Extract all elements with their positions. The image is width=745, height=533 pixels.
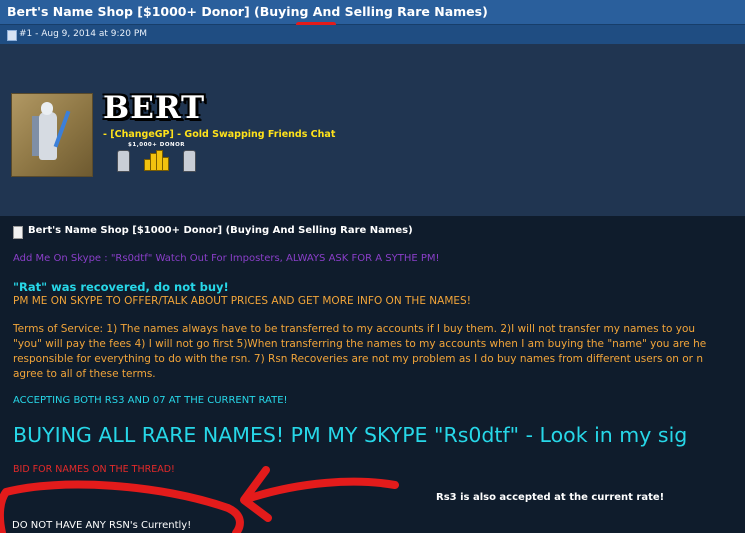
post-link-icon[interactable] — [7, 30, 17, 41]
robe-icon — [117, 150, 130, 172]
tos-line: responsible for everything to do with th… — [13, 353, 703, 365]
username-logo: BERT — [103, 90, 206, 126]
tos-line: agree to all of these terms. — [13, 368, 156, 380]
buying-banner: BUYING ALL RARE NAMES! PM MY SKYPE "Rs0d… — [13, 423, 688, 447]
document-icon — [13, 226, 23, 239]
accepting-notice: ACCEPTING BOTH RS3 AND 07 AT THE CURRENT… — [13, 395, 288, 406]
skype-notice: Add Me On Skype : "Rs0dtf" Watch Out For… — [13, 253, 440, 264]
clan-name[interactable]: [ChangeGP] — [110, 129, 174, 140]
tos-line: Terms of Service: 1) The names always ha… — [13, 323, 696, 335]
donor-label: $1,000+ DONOR — [128, 142, 186, 148]
post-meta[interactable]: #1 - Aug 9, 2014 at 9:20 PM — [19, 29, 147, 39]
avatar[interactable] — [11, 93, 93, 177]
tos-line: "you" will pay the fees 4) I will not go… — [13, 338, 707, 350]
terms-of-service: Terms of Service: 1) The names always ha… — [13, 322, 745, 382]
pm-notice: PM ME ON SKYPE TO OFFER/TALK ABOUT PRICE… — [13, 295, 471, 307]
clan-line: - [ChangeGP] - Gold Swapping Friends Cha… — [103, 129, 335, 140]
clan-suffix: - Gold Swapping Friends Chat — [173, 129, 336, 140]
rs3-notice: Rs3 is also accepted at the current rate… — [436, 492, 665, 503]
gold-coins-icon — [143, 149, 169, 171]
robe-icon — [183, 150, 196, 172]
rat-notice: "Rat" was recovered, do not buy! — [13, 280, 229, 294]
post-title: Bert's Name Shop [$1000+ Donor] (Buying … — [28, 225, 413, 236]
thread-title[interactable]: Bert's Name Shop [$1000+ Donor] (Buying … — [7, 4, 488, 19]
avatar-body — [39, 112, 57, 160]
thread-title-bar: Bert's Name Shop [$1000+ Donor] (Buying … — [0, 0, 745, 25]
bid-notice: BID FOR NAMES ON THE THREAD! — [13, 464, 175, 475]
avatar-head — [41, 102, 53, 115]
no-rsn-notice: DO NOT HAVE ANY RSN's Currently! — [12, 520, 192, 531]
